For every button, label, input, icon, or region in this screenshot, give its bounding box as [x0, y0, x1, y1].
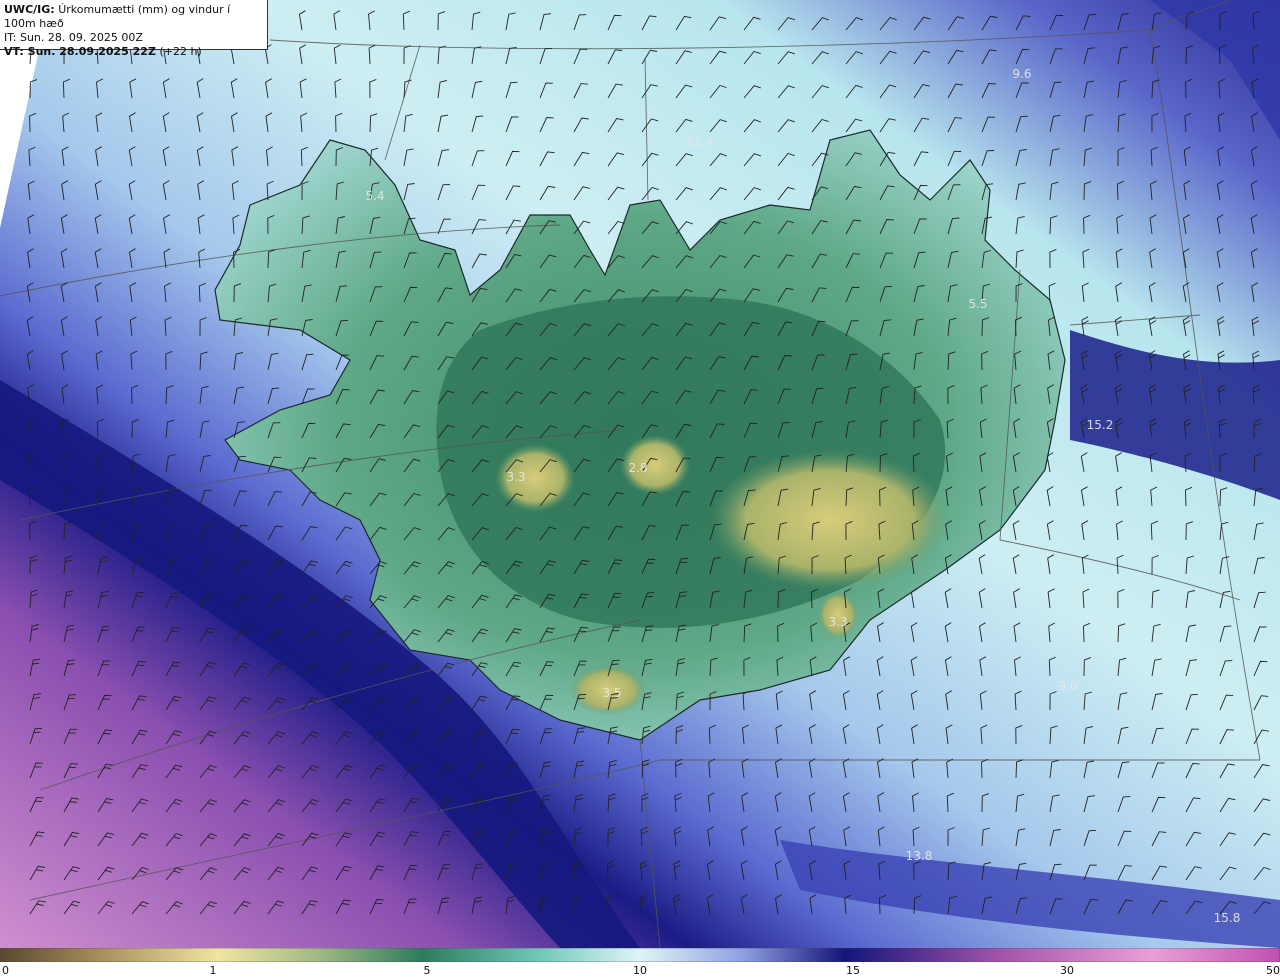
- label-east: 5.5: [968, 297, 988, 311]
- colorbar-tick: 30: [1060, 964, 1074, 977]
- label-northeast-sea: 9.6: [1012, 67, 1032, 81]
- label-west-highlands: 3.3: [506, 470, 526, 484]
- colorbar-tick: 50: [1266, 964, 1280, 977]
- init-time: IT: Sun. 28. 09. 2025 00Z: [4, 31, 143, 44]
- label-hofsjokull: 2.8: [628, 461, 648, 475]
- label-east-sea: 15.2: [1086, 418, 1114, 432]
- label-south-sea: 13.8: [905, 849, 933, 863]
- lead-time: (+22 h): [159, 45, 202, 58]
- label-southeast-sea: 15.8: [1213, 911, 1241, 925]
- label-myrdalsjokull: 3.5: [602, 686, 622, 700]
- label-oraefajokull: 3.3: [828, 615, 848, 629]
- colorbar: [0, 948, 1280, 962]
- colorbar-tick: 10: [633, 964, 647, 977]
- forecast-info-box: UWC/IG: Úrkomumætti (mm) og vindur í 100…: [0, 0, 268, 58]
- label-westfjords: 5.4: [365, 189, 385, 203]
- forecast-map: 5.4 11.9 5.5 15.2 3.3 2.8 3.3 3.5 13.8 15.8 9.6 9.0: [0, 0, 1280, 948]
- colorbar-tick: 15: [846, 964, 860, 977]
- model-name: UWC/IG:: [4, 3, 55, 16]
- valid-time: VT: Sun. 28.09.2025 22Z: [4, 45, 156, 58]
- colorbar-tick-labels: 0 1 5 10 15 30 50: [0, 962, 1280, 978]
- label-southeast-offshore: 9.0: [1058, 679, 1078, 693]
- valid-time-line: VT: Sun. 28.09.2025 22Z (+22 h): [4, 45, 263, 59]
- label-north-sea: 11.9: [686, 136, 714, 150]
- colorbar-tick: 0: [2, 964, 9, 977]
- colorbar-tick: 5: [423, 964, 431, 977]
- title-line: UWC/IG: Úrkomumætti (mm) og vindur í 100…: [4, 3, 263, 31]
- colorbar-tick: 1: [209, 964, 217, 977]
